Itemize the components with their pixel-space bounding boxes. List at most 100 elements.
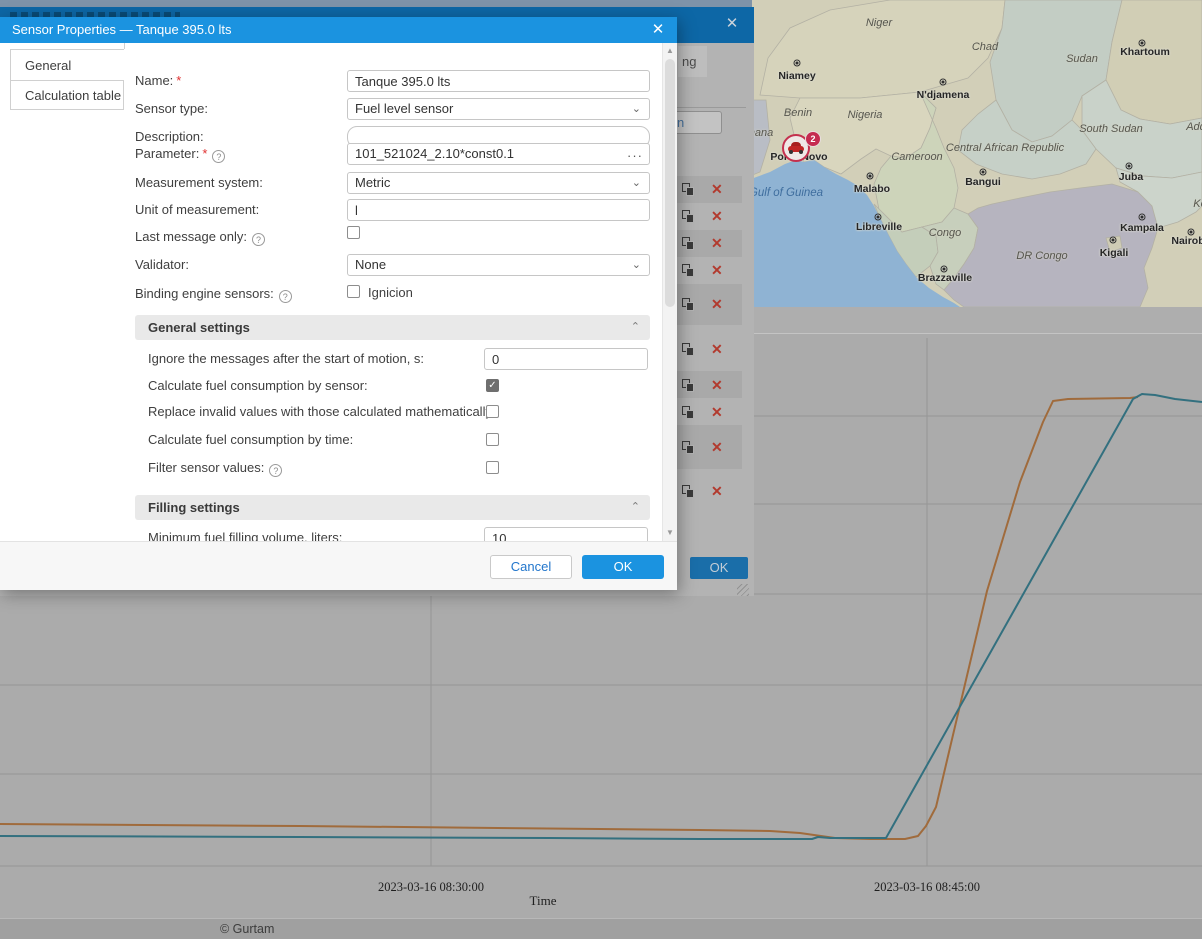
city-label: Malabo [854,183,890,195]
parameter-input[interactable]: 101_521024_2.10*const0.1··· [347,143,650,165]
section-header-general-settings[interactable]: General settings⌃ [135,315,650,340]
city-label: Kigali [1100,247,1129,259]
help-icon[interactable]: ? [279,290,292,303]
city-label: Brazzaville [918,272,972,284]
sensor-properties-dialog: Sensor Properties — Tanque 395.0 lts ✕ G… [0,17,677,590]
marker-count-badge: 2 [805,131,821,147]
sensor-type-select[interactable]: Fuel level sensor⌄ [347,98,650,120]
help-icon[interactable]: ? [269,464,282,477]
copy-icon[interactable] [682,485,695,498]
validator-label: Validator: [135,254,189,276]
help-icon[interactable]: ? [212,150,225,163]
cancel-button[interactable]: Cancel [490,555,572,579]
map-canvas[interactable]: Gulf of GuineaNigerChadSudanBeninNigeria… [740,0,1202,307]
setting-label: Calculate fuel consumption by time: [148,429,353,451]
city-label: Juba [1119,171,1144,183]
tab-calculation-table[interactable]: Calculation table [10,81,124,110]
ignicion-checkbox[interactable] [347,285,360,298]
water-label: Gulf of Guinea [749,187,823,199]
creation-wizard-button[interactable]: n wizard [677,111,722,134]
chevron-down-icon: ⌄ [632,255,641,275]
ignicion-label: Ignicion [368,285,413,300]
close-icon[interactable]: ✕ [722,14,742,34]
copy-icon[interactable] [682,183,695,196]
city-dot-icon [940,79,947,86]
delete-icon[interactable]: ✕ [711,377,725,393]
country-label: Ko [1193,198,1202,210]
name-input[interactable] [347,70,650,92]
x-axis-title: Time [530,893,557,909]
app-header-strip [0,0,752,7]
dialog-footer: Cancel OK [0,541,677,590]
section-header-filling-settings[interactable]: Filling settings⌃ [135,495,650,520]
delete-icon[interactable]: ✕ [711,439,725,455]
city-label: Libreville [856,221,902,233]
city-label: N'djamena [917,89,970,101]
divider [124,43,125,49]
setting-checkbox[interactable] [486,433,499,446]
city-dot-icon [875,214,882,221]
setting-input[interactable] [484,348,648,370]
binding-engine-sensors-label: Binding engine sensors:? [135,285,292,303]
scrollbar-thumb[interactable] [665,59,675,307]
measurement-system-select[interactable]: Metric⌄ [347,172,650,194]
unit-input[interactable] [347,199,650,221]
setting-checkbox[interactable] [486,461,499,474]
close-icon[interactable]: ✕ [649,21,667,39]
ok-button[interactable]: OK [582,555,664,579]
parameter-label: Parameter:*? [135,143,225,165]
delete-icon[interactable]: ✕ [711,404,725,420]
city-label: Niamey [778,70,815,82]
delete-icon[interactable]: ✕ [711,262,725,278]
ok-button-background[interactable]: OK [690,557,748,579]
country-label: Congo [929,227,961,239]
copy-icon[interactable] [682,343,695,356]
setting-label: Calculate fuel consumption by sensor: [148,375,368,397]
country-label: DR Congo [1016,250,1067,262]
setting-checkbox[interactable] [486,405,499,418]
city-label: Nairob [1171,235,1202,247]
resize-grip[interactable] [737,584,749,596]
measurement-system-label: Measurement system: [135,172,263,194]
city-label: Kampala [1120,222,1164,234]
chevron-up-icon: ⌃ [631,315,640,340]
unit-label: Unit of measurement: [135,199,259,221]
country-label: Cameroon [891,151,942,163]
tab-general[interactable]: General [10,49,124,81]
city-dot-icon [867,173,874,180]
chevron-down-icon: ⌄ [632,99,641,119]
parameter-more-button[interactable]: ··· [627,146,643,166]
country-label: Chad [972,41,998,53]
city-label: Khartoum [1120,46,1170,58]
setting-checkbox[interactable]: ✓ [486,379,499,392]
delete-icon[interactable]: ✕ [711,235,725,251]
delete-icon[interactable]: ✕ [711,208,725,224]
wialon-workspace: Gulf of GuineaNigerChadSudanBeninNigeria… [0,0,1202,939]
tab-fragment[interactable]: ng [678,46,707,77]
copy-icon[interactable] [682,441,695,454]
copy-icon[interactable] [682,210,695,223]
dialog-scrollbar[interactable]: ▲ ▼ [662,43,677,541]
country-label: Benin [784,107,812,119]
last-message-only-label: Last message only:? [135,228,265,246]
validator-select[interactable]: None⌄ [347,254,650,276]
copy-icon[interactable] [682,379,695,392]
x-tick-label: 2023-03-16 08:30:00 [378,880,484,895]
last-message-only-checkbox[interactable] [347,226,360,239]
sensor-type-label: Sensor type: [135,98,208,120]
scroll-up-icon[interactable]: ▲ [663,45,677,57]
copy-icon[interactable] [682,406,695,419]
copy-icon[interactable] [682,237,695,250]
scroll-down-icon[interactable]: ▼ [663,527,677,539]
copy-icon[interactable] [682,264,695,277]
dialog-titlebar[interactable]: Sensor Properties — Tanque 395.0 lts [0,17,677,43]
country-label: Central African Republic [946,142,1064,154]
delete-icon[interactable]: ✕ [711,341,725,357]
delete-icon[interactable]: ✕ [711,483,725,499]
delete-icon[interactable]: ✕ [711,181,725,197]
country-label: Sudan [1066,53,1098,65]
delete-icon[interactable]: ✕ [711,296,725,312]
help-icon[interactable]: ? [252,233,265,246]
copy-icon[interactable] [682,298,695,311]
chevron-up-icon: ⌃ [631,495,640,520]
